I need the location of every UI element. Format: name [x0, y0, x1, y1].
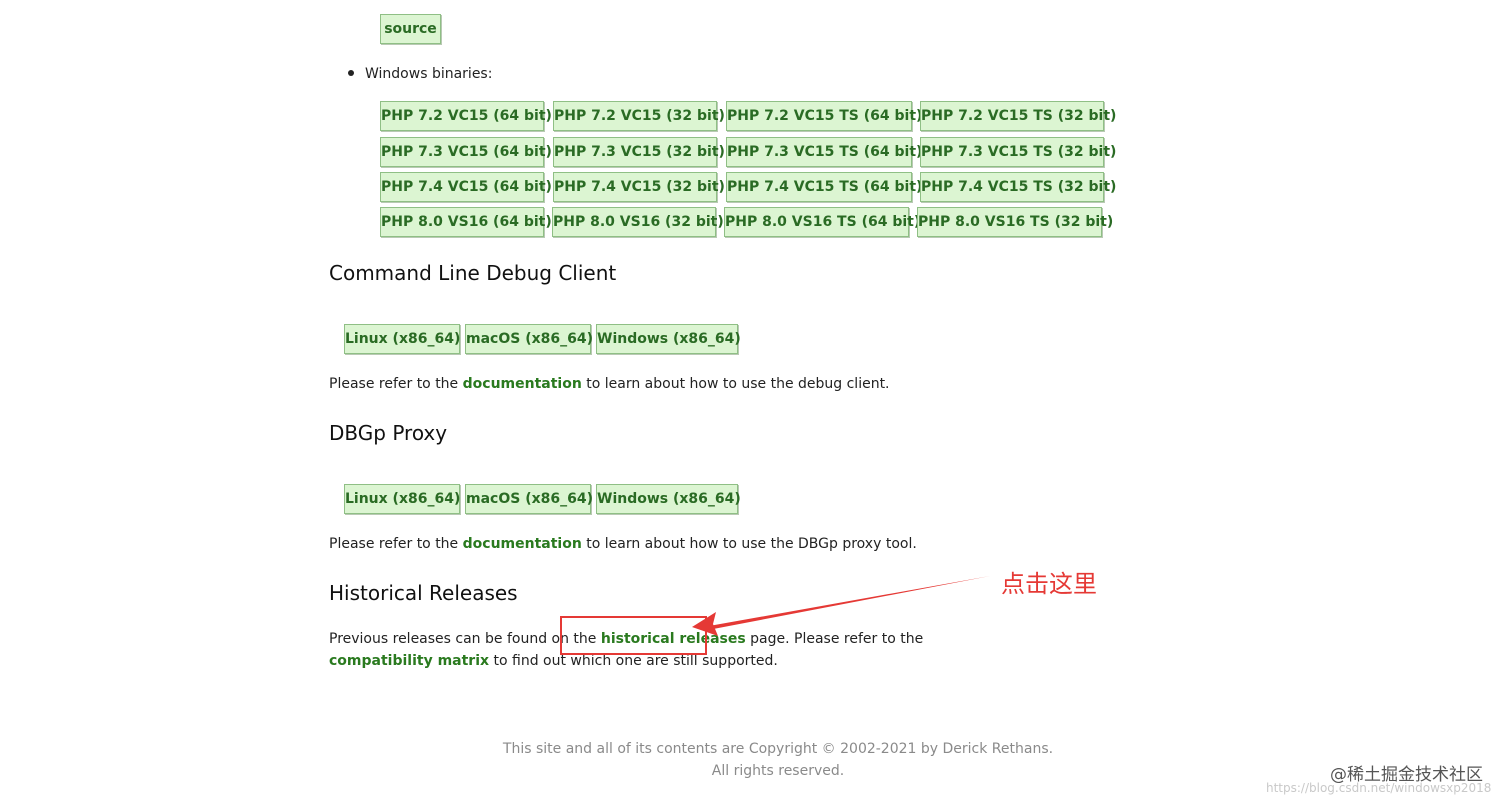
source-button[interactable]: source: [380, 14, 441, 44]
cli-doc-text: Please refer to the documentation to lea…: [329, 376, 890, 392]
download-button[interactable]: PHP 7.3 VC15 TS (32 bit): [920, 137, 1116, 167]
proxy-heading: DBGp Proxy: [329, 421, 448, 445]
cli-doc-suffix: to learn about how to use the debug clie…: [581, 376, 890, 392]
cli-documentation-link[interactable]: documentation: [463, 376, 582, 392]
historical-suffix: to find out which one are still supporte…: [489, 653, 778, 669]
download-button[interactable]: PHP 7.4 VC15 (32 bit): [553, 172, 725, 202]
compatibility-matrix-link[interactable]: compatibility matrix: [329, 653, 489, 669]
download-button[interactable]: PHP 7.2 VC15 TS (32 bit): [920, 101, 1116, 131]
cli-linux-button[interactable]: Linux (x86_64): [344, 324, 460, 354]
cli-heading: Command Line Debug Client: [329, 261, 617, 285]
download-button[interactable]: PHP 7.3 VC15 (32 bit): [553, 137, 725, 167]
download-button[interactable]: PHP 7.2 VC15 TS (64 bit): [726, 101, 922, 131]
windows-binaries-label: Windows binaries:: [365, 66, 493, 82]
historical-text-line2: compatibility matrix to find out which o…: [329, 653, 778, 669]
watermark-url: https://blog.csdn.net/windowsxp2018: [1266, 781, 1492, 795]
cli-macos-button[interactable]: macOS (x86_64): [465, 324, 593, 354]
footer-rights: All rights reserved.: [711, 763, 845, 779]
download-button[interactable]: PHP 7.2 VC15 (32 bit): [553, 101, 725, 131]
download-button[interactable]: PHP 8.0 VS16 TS (32 bit): [917, 207, 1113, 237]
download-button[interactable]: PHP 7.4 VC15 TS (32 bit): [920, 172, 1116, 202]
proxy-doc-text: Please refer to the documentation to lea…: [329, 536, 917, 552]
proxy-doc-prefix: Please refer to the: [329, 536, 463, 552]
proxy-documentation-link[interactable]: documentation: [463, 536, 582, 552]
annotation-highlight-box: [560, 616, 707, 655]
download-button[interactable]: PHP 7.3 VC15 TS (64 bit): [726, 137, 922, 167]
historical-mid: page. Please refer to the: [745, 631, 924, 647]
download-button[interactable]: PHP 7.2 VC15 (64 bit): [380, 101, 552, 131]
footer-copyright: This site and all of its contents are Co…: [502, 741, 1054, 757]
footer: This site and all of its contents are Co…: [0, 738, 1512, 782]
download-button[interactable]: PHP 8.0 VS16 TS (64 bit): [724, 207, 920, 237]
windows-binaries-item: Windows binaries:: [348, 66, 492, 82]
page: source Windows binaries: PHP 7.2 VC15 (6…: [0, 0, 1512, 803]
historical-heading: Historical Releases: [329, 581, 518, 605]
annotation-text: 点击这里: [1001, 570, 1097, 598]
cli-windows-button[interactable]: Windows (x86_64): [596, 324, 741, 354]
bullet-icon: [348, 70, 354, 76]
download-button[interactable]: PHP 8.0 VS16 (32 bit): [552, 207, 724, 237]
download-button[interactable]: PHP 8.0 VS16 (64 bit): [380, 207, 552, 237]
download-button[interactable]: PHP 7.3 VC15 (64 bit): [380, 137, 552, 167]
proxy-macos-button[interactable]: macOS (x86_64): [465, 484, 593, 514]
proxy-linux-button[interactable]: Linux (x86_64): [344, 484, 460, 514]
download-button[interactable]: PHP 7.4 VC15 TS (64 bit): [726, 172, 922, 202]
cli-doc-prefix: Please refer to the: [329, 376, 463, 392]
proxy-windows-button[interactable]: Windows (x86_64): [596, 484, 741, 514]
download-button[interactable]: PHP 7.4 VC15 (64 bit): [380, 172, 552, 202]
proxy-doc-suffix: to learn about how to use the DBGp proxy…: [581, 536, 917, 552]
